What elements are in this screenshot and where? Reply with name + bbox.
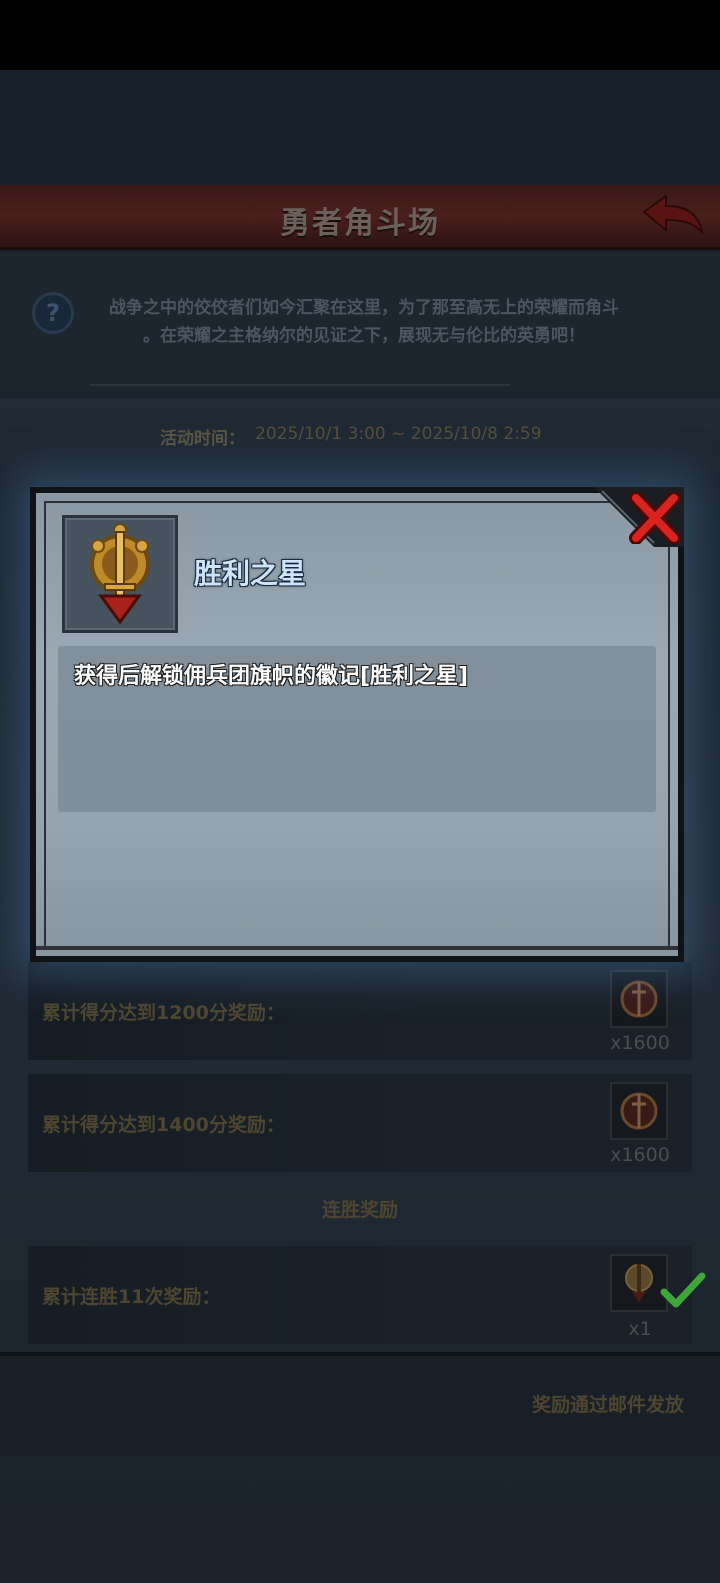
streak-section-title: 连胜奖励 xyxy=(321,1199,398,1221)
intro-line-1: 战争之中的佼佼者们如今汇聚在这里，为了那至高无上的荣耀而角斗 xyxy=(109,298,619,318)
page-title: 勇者角斗场 xyxy=(280,206,440,241)
item-description: 获得后解锁佣兵团旗帜的徽记[胜利之星] xyxy=(74,664,469,689)
divider xyxy=(90,384,510,386)
check-icon xyxy=(660,1272,706,1308)
reward-label: 累计得分达到1200分奖励： xyxy=(42,1002,285,1024)
item-name: 胜利之星 xyxy=(194,557,307,590)
reward-count: x1600 xyxy=(610,1032,670,1054)
footer-note: 奖励通过邮件发放 xyxy=(531,1394,684,1416)
medal-icon[interactable] xyxy=(610,970,668,1028)
reward-label: 累计连胜11次奖励： xyxy=(42,1286,221,1308)
medal-icon[interactable] xyxy=(610,1082,668,1140)
status-bar xyxy=(0,0,720,70)
sword-emblem-icon xyxy=(90,523,150,625)
help-icon[interactable]: ? xyxy=(32,292,74,334)
event-time-label: 活动时间： xyxy=(160,429,245,449)
back-arrow-icon[interactable] xyxy=(640,192,706,240)
modal-bottom-stripe xyxy=(36,946,678,950)
reward-count: x1 xyxy=(628,1318,652,1340)
item-icon-frame xyxy=(62,515,178,633)
event-time-value: 2025/10/1 3:00 ~ 2025/10/8 2:59 xyxy=(255,424,542,444)
close-icon[interactable] xyxy=(628,492,682,544)
reward-label: 累计得分达到1400分奖励： xyxy=(42,1114,285,1136)
intro-line-2: 。在荣耀之主格纳尔的见证之下，展现无与伦比的英勇吧！ xyxy=(143,326,585,346)
intro-description: 战争之中的佼佼者们如今汇聚在这里，为了那至高无上的荣耀而角斗 。在荣耀之主格纳尔… xyxy=(88,294,640,350)
reward-count: x1600 xyxy=(610,1144,670,1166)
